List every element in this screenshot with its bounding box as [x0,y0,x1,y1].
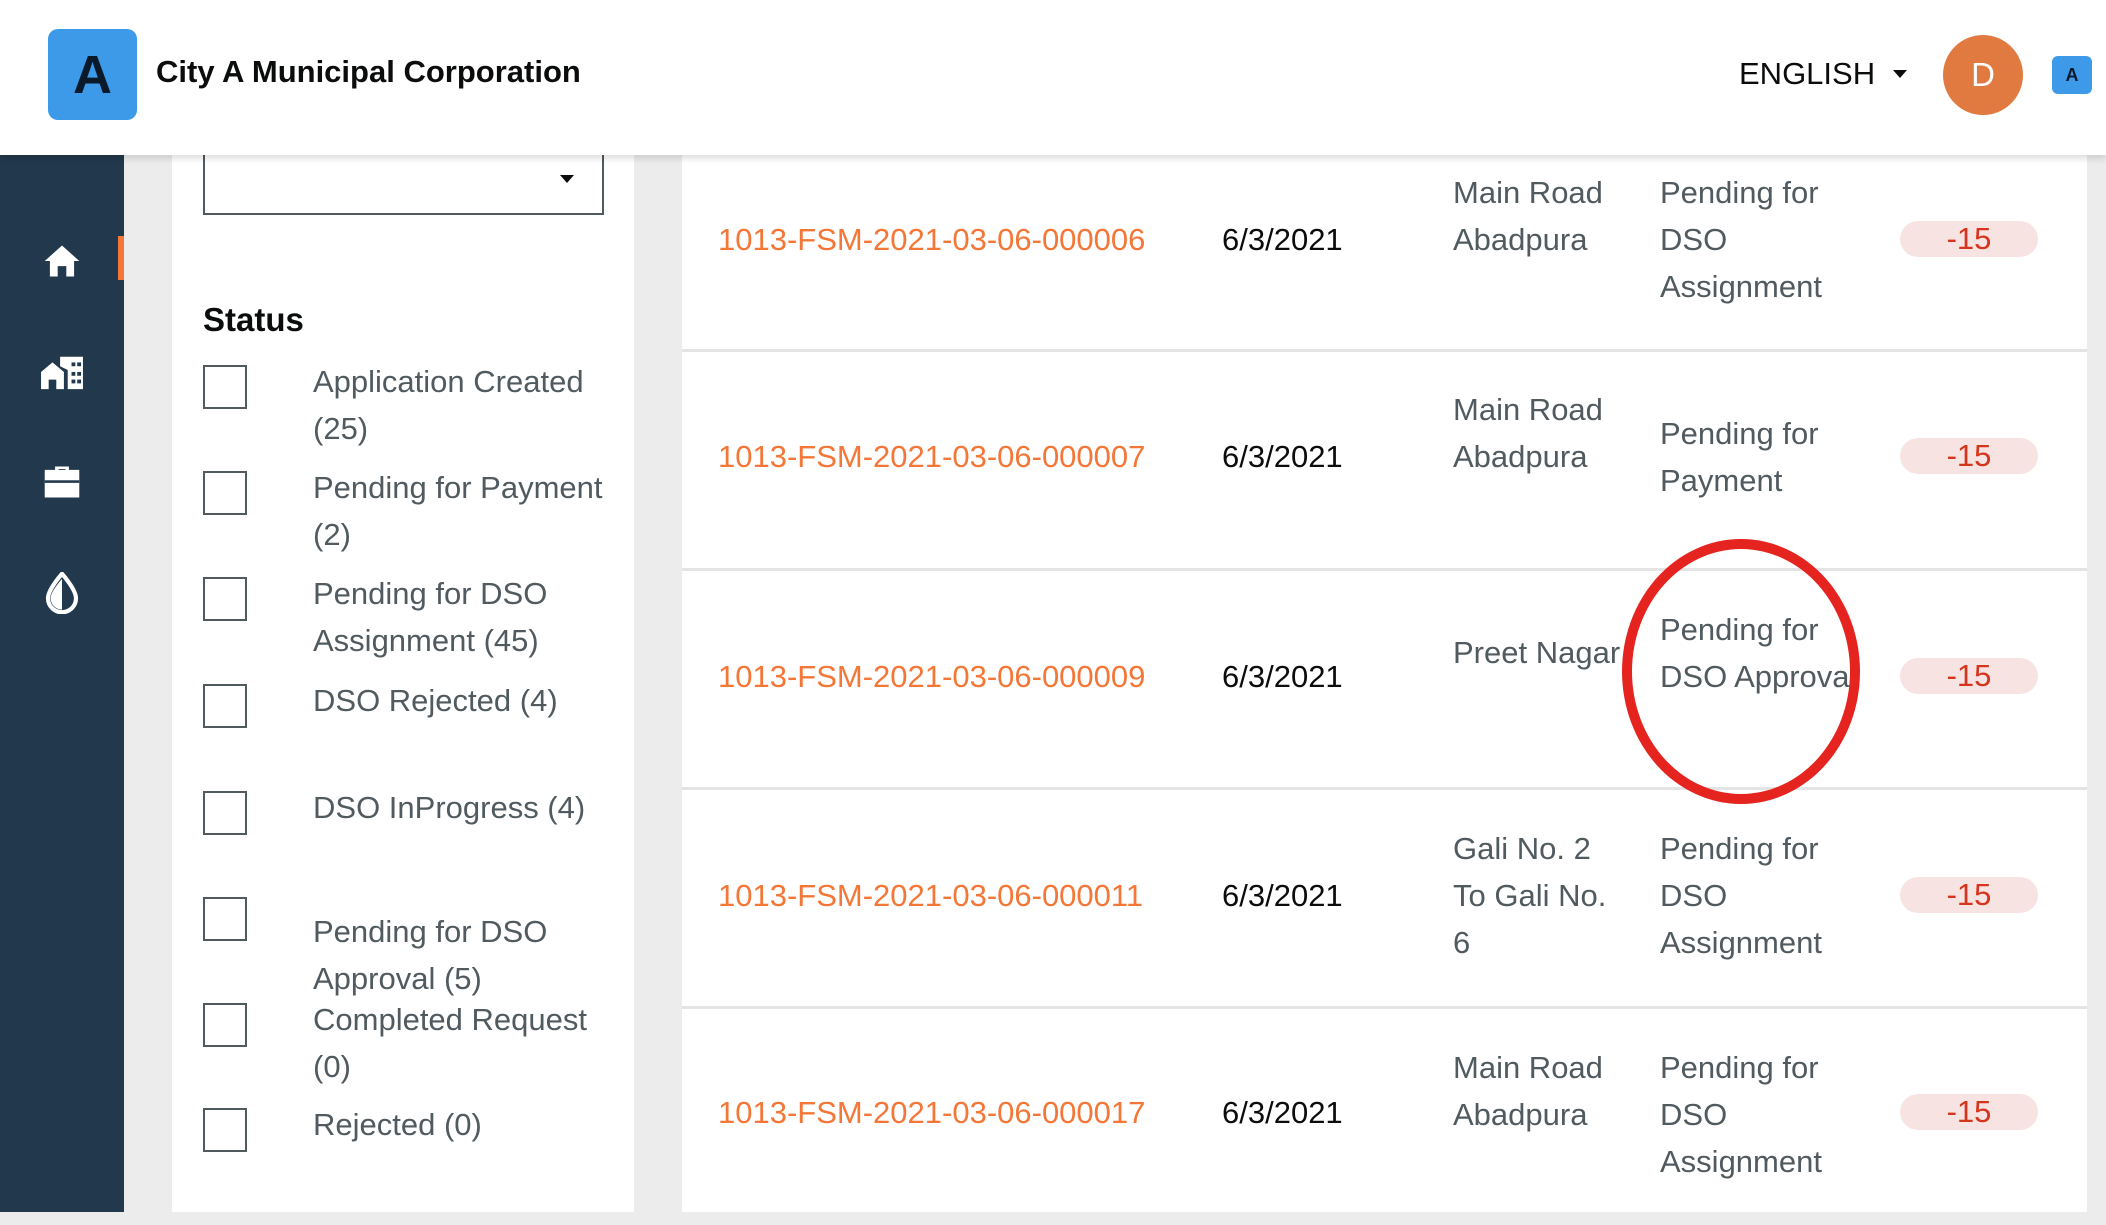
filter-panel: Status Application Created (25) Pending … [172,151,634,1212]
sidebar-item-briefcase[interactable] [0,437,124,527]
checkbox-label: DSO Rejected (4) [313,683,558,718]
checkbox-label: Application Created (25) [313,364,584,446]
checkbox-label: Completed Request (0) [313,1002,587,1084]
checkbox-label: Rejected (0) [313,1107,482,1142]
applications-table: 1013-FSM-2021-03-06-000006 6/3/2021 Main… [682,155,2087,1212]
sla-badge: -15 [1900,1094,2038,1130]
chevron-down-icon [560,175,574,183]
checkbox[interactable] [203,791,247,835]
app-title: City A Municipal Corporation [156,54,581,89]
application-date: 6/3/2021 [1222,439,1343,474]
application-date: 6/3/2021 [1222,878,1343,913]
table-row: 1013-FSM-2021-03-06-000017 6/3/2021 Main… [682,1009,2087,1225]
sla-badge: -15 [1900,438,2038,474]
mini-logo: A [2052,56,2092,94]
checkbox[interactable] [203,1003,247,1047]
sla-badge: -15 [1900,658,2038,694]
application-status: Pending for DSO Assignment [1660,175,1822,304]
checkbox[interactable] [203,684,247,728]
application-status: Pending for DSO Assignment [1660,1050,1822,1179]
table-row: 1013-FSM-2021-03-06-000006 6/3/2021 Main… [682,155,2087,352]
locality: Gali No. 2 To Gali No. 6 [1453,831,1607,960]
checkbox-label: DSO InProgress (4) [313,790,586,825]
checkbox-label: Pending for DSO Approval (5) [313,914,548,996]
top-header: A City A Municipal Corporation ENGLISH D… [0,0,2106,155]
sidebar-item-city[interactable] [0,326,124,416]
user-avatar[interactable]: D [1943,35,2023,115]
table-row: 1013-FSM-2021-03-06-000007 6/3/2021 Main… [682,352,2087,571]
table-row: 1013-FSM-2021-03-06-000011 6/3/2021 Gali… [682,790,2087,1009]
sidebar-nav [0,155,124,1212]
checkbox[interactable] [203,471,247,515]
home-icon [44,245,80,277]
city-icon [41,356,83,390]
application-date: 6/3/2021 [1222,222,1343,257]
sidebar-item-water[interactable] [0,548,124,638]
locality: Preet Nagar [1453,635,1621,670]
status-filter-heading: Status [203,301,304,338]
checkbox[interactable] [203,365,247,409]
locality: Main Road Abadpura [1453,392,1603,474]
application-date: 6/3/2021 [1222,659,1343,694]
checkbox[interactable] [203,897,247,941]
sidebar-item-home[interactable] [0,216,124,306]
application-number-link[interactable]: 1013-FSM-2021-03-06-000006 [718,216,1145,263]
application-status: Pending for DSO Assignment [1660,831,1822,960]
water-drop-icon [45,572,79,614]
application-number-link[interactable]: 1013-FSM-2021-03-06-000011 [718,872,1143,919]
chevron-down-icon [1893,70,1908,78]
checkbox-label: Pending for DSO Assignment (45) [313,576,548,658]
application-status: Pending for Payment [1660,416,1819,498]
application-number-link[interactable]: 1013-FSM-2021-03-06-000007 [718,433,1145,480]
briefcase-icon [44,466,80,498]
application-date: 6/3/2021 [1222,1095,1343,1130]
language-selector[interactable]: ENGLISH [1739,56,1908,92]
sla-badge: -15 [1900,221,2038,257]
application-number-link[interactable]: 1013-FSM-2021-03-06-000017 [718,1089,1145,1136]
checkbox-label: Pending for Payment (2) [313,470,603,552]
checkbox[interactable] [203,1108,247,1152]
city-logo[interactable]: A [48,29,137,120]
locality: Main Road Abadpura [1453,1050,1603,1132]
filter-dropdown[interactable] [203,151,604,215]
application-number-link[interactable]: 1013-FSM-2021-03-06-000009 [718,653,1145,700]
sla-badge: -15 [1900,877,2038,913]
language-label: ENGLISH [1739,56,1876,91]
locality: Main Road Abadpura [1453,175,1603,257]
table-row: 1013-FSM-2021-03-06-000009 6/3/2021 Pree… [682,571,2087,790]
checkbox[interactable] [203,577,247,621]
application-status: Pending for DSO Approval [1660,612,1857,694]
